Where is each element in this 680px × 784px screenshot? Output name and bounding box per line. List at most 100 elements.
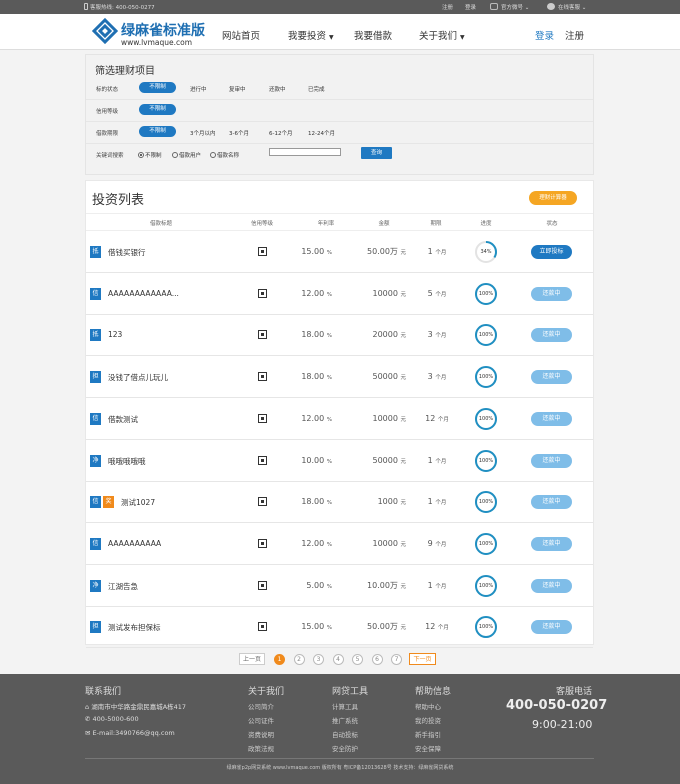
page-number-button[interactable]: 4 (332, 654, 344, 665)
nav-about[interactable]: 关于我们 ▼ (419, 28, 465, 42)
table-row[interactable]: 信借款测试 12.00 % 10000 元 12 个月 100% 还款中 (86, 398, 593, 440)
online-service-link[interactable]: 在线客服 ⌄ (558, 3, 586, 11)
nav-home[interactable]: 网站首页 (222, 28, 260, 42)
calculator-button[interactable]: 理财计算器 (529, 191, 577, 205)
loan-type-badge: 奖 (103, 496, 114, 509)
loan-title[interactable]: 测试发布担保标 (108, 622, 161, 633)
loan-title[interactable]: 测试1027 (121, 497, 155, 508)
footer-help-link[interactable]: 我的投资 (415, 715, 441, 725)
prev-page-button[interactable]: 上一页 (239, 653, 265, 665)
footer-tools-link[interactable]: 计算工具 (332, 701, 358, 711)
address-line: ⌂ 湖南市中华路金鼎民嘉城A栋417 (85, 703, 187, 711)
filter-row-status: 标的状态 不限制 进行中 复审中 还款中 已完成 (86, 78, 593, 100)
term-option-all[interactable]: 不限制 (139, 126, 176, 137)
table-row[interactable]: 信 AAAAAAAAAA 12.00 % 10000 元 9 个月 100% 还款中 (86, 523, 593, 565)
footer-help-link[interactable]: 安全保障 (415, 743, 441, 753)
page-number-button[interactable]: 6 (371, 654, 383, 665)
radio-all[interactable]: 不限制 (138, 151, 162, 159)
contact-title: 联系我们 (85, 687, 122, 697)
table-row[interactable]: 抵借钱买银行 15.00 % 50.00万 元 1 个月 34% 立即投标 (86, 231, 593, 273)
footer-help-link[interactable]: 帮助中心 (415, 701, 441, 711)
term-option-12-24m[interactable]: 12-24个月 (308, 129, 335, 137)
status-button[interactable]: 还款中 (531, 578, 572, 593)
loan-title[interactable]: 123 (108, 330, 122, 339)
status-button[interactable]: 还款中 (531, 495, 572, 510)
invest-now-button[interactable]: 立即投标 (531, 245, 572, 259)
footer-tools-link[interactable]: 自动投标 (332, 729, 358, 739)
loan-title[interactable]: 没钱了借点儿玩儿 (108, 372, 168, 383)
radio-title[interactable]: 借款名称 (210, 151, 239, 159)
list-title: 投资列表 (92, 193, 145, 208)
logo-title[interactable]: 绿麻雀标准版 (121, 20, 205, 40)
credit-grade-icon (258, 413, 267, 423)
footer-about-link[interactable]: 资费说明 (248, 729, 274, 739)
top-register-link[interactable]: 注册 (442, 3, 453, 11)
nav-borrow[interactable]: 我要借款 (354, 28, 392, 42)
loan-type-badge: 净 (90, 579, 101, 592)
credit-grade-icon (258, 372, 267, 382)
status-button[interactable]: 还款中 (531, 286, 572, 301)
credit-option-all[interactable]: 不限制 (139, 104, 176, 115)
loan-title[interactable]: AAAAAAAAAAAA... (108, 289, 179, 298)
progress-label: 100% (478, 290, 494, 297)
site-footer: 联系我们 ⌂ 湖南市中华路金鼎民嘉城A栋417 ✆ 400-5000-600 ✉… (0, 674, 680, 784)
rate-cell: 12.00 % (301, 538, 332, 548)
status-option-repaying[interactable]: 还款中 (269, 85, 286, 93)
credit-grade-icon (258, 455, 267, 465)
table-row[interactable]: 净哦哦哦哦哦 10.00 % 50000 元 1 个月 100% 还款中 (86, 440, 593, 482)
page-number-button[interactable]: 3 (313, 654, 324, 665)
header-register-link[interactable]: 注册 (565, 28, 584, 42)
term-option-3-6m[interactable]: 3-6个月 (229, 129, 249, 137)
page-number-button[interactable]: 5 (352, 654, 363, 665)
credit-grade-icon (258, 288, 267, 298)
page-number-button[interactable]: 2 (293, 654, 305, 665)
amount-cell: 50000 元 (372, 455, 406, 465)
header-progress: 进度 (480, 221, 492, 227)
wechat-link[interactable]: 官方微号 ⌄ (501, 3, 529, 11)
loan-title[interactable]: 江湖告急 (108, 581, 138, 592)
credit-grade-icon (258, 330, 267, 340)
footer-tools-link[interactable]: 推广系统 (332, 715, 358, 725)
footer-about-link[interactable]: 公司证件 (248, 715, 274, 725)
email-line[interactable]: ✉ E-mail:3490766@qq.com (85, 729, 175, 737)
table-row[interactable]: 信奖测试1027 18.00 % 1000 元 1 个月 100% 还款中 (86, 481, 593, 524)
query-button[interactable]: 查询 (361, 147, 392, 159)
term-option-3m[interactable]: 3个月以内 (190, 129, 216, 137)
progress-label: 100% (478, 374, 494, 381)
table-row[interactable]: 信 AAAAAAAAAAAA... 12.00 % 10000 元 5 个月 100% 还款… (86, 273, 593, 315)
footer-about-link[interactable]: 政策法规 (248, 743, 274, 753)
status-option-done[interactable]: 已完成 (308, 85, 325, 93)
table-row[interactable]: 净江湖告急 5.00 % 10.00万 元 1 个月 100% 还款中 (86, 565, 593, 607)
keyword-input[interactable] (269, 148, 341, 156)
page-number-button[interactable]: 1 (274, 654, 285, 665)
status-button[interactable]: 还款中 (531, 453, 572, 468)
status-option-ongoing[interactable]: 进行中 (190, 85, 207, 93)
footer-help-link[interactable]: 新手指引 (415, 729, 441, 739)
table-row[interactable]: 担测试发布担保标 15.00 % 50.00万 元 12 个月 100% 还款中 (86, 606, 593, 649)
header-login-link[interactable]: 登录 (535, 28, 554, 42)
term-option-6-12m[interactable]: 6-12个月 (269, 129, 292, 137)
status-button[interactable]: 还款中 (531, 411, 572, 426)
footer-tools-link[interactable]: 安全防护 (332, 743, 358, 753)
header-credit: 信用等级 (250, 221, 274, 227)
loan-title[interactable]: AAAAAAAAAA (108, 539, 161, 548)
top-login-link[interactable]: 登录 (465, 3, 476, 11)
status-button[interactable]: 还款中 (531, 328, 572, 343)
loan-title[interactable]: 借款测试 (108, 414, 138, 425)
status-option-review[interactable]: 复审中 (229, 85, 246, 93)
table-row[interactable]: 担没钱了借点儿玩儿 18.00 % 50000 元 3 个月 100% 还款中 (86, 356, 593, 399)
radio-user[interactable]: 借款用户 (172, 151, 201, 159)
next-page-button[interactable]: 下一页 (409, 653, 436, 665)
status-button[interactable]: 还款中 (531, 370, 572, 385)
status-button[interactable]: 还款中 (531, 536, 572, 551)
credit-grade-icon (258, 622, 267, 632)
loan-title[interactable]: 哦哦哦哦哦 (108, 456, 146, 467)
status-button[interactable]: 还款中 (531, 620, 572, 635)
page-number-button[interactable]: 7 (391, 654, 402, 665)
status-option-all[interactable]: 不限制 (139, 82, 176, 93)
loan-type-badge: 抵 (90, 246, 101, 258)
table-row[interactable]: 抵 123 18.00 % 20000 元 3 个月 100% 还款中 (86, 314, 593, 357)
loan-title[interactable]: 借钱买银行 (108, 247, 146, 258)
nav-invest[interactable]: 我要投资 ▼ (288, 28, 334, 42)
footer-about-link[interactable]: 公司简介 (248, 701, 274, 711)
